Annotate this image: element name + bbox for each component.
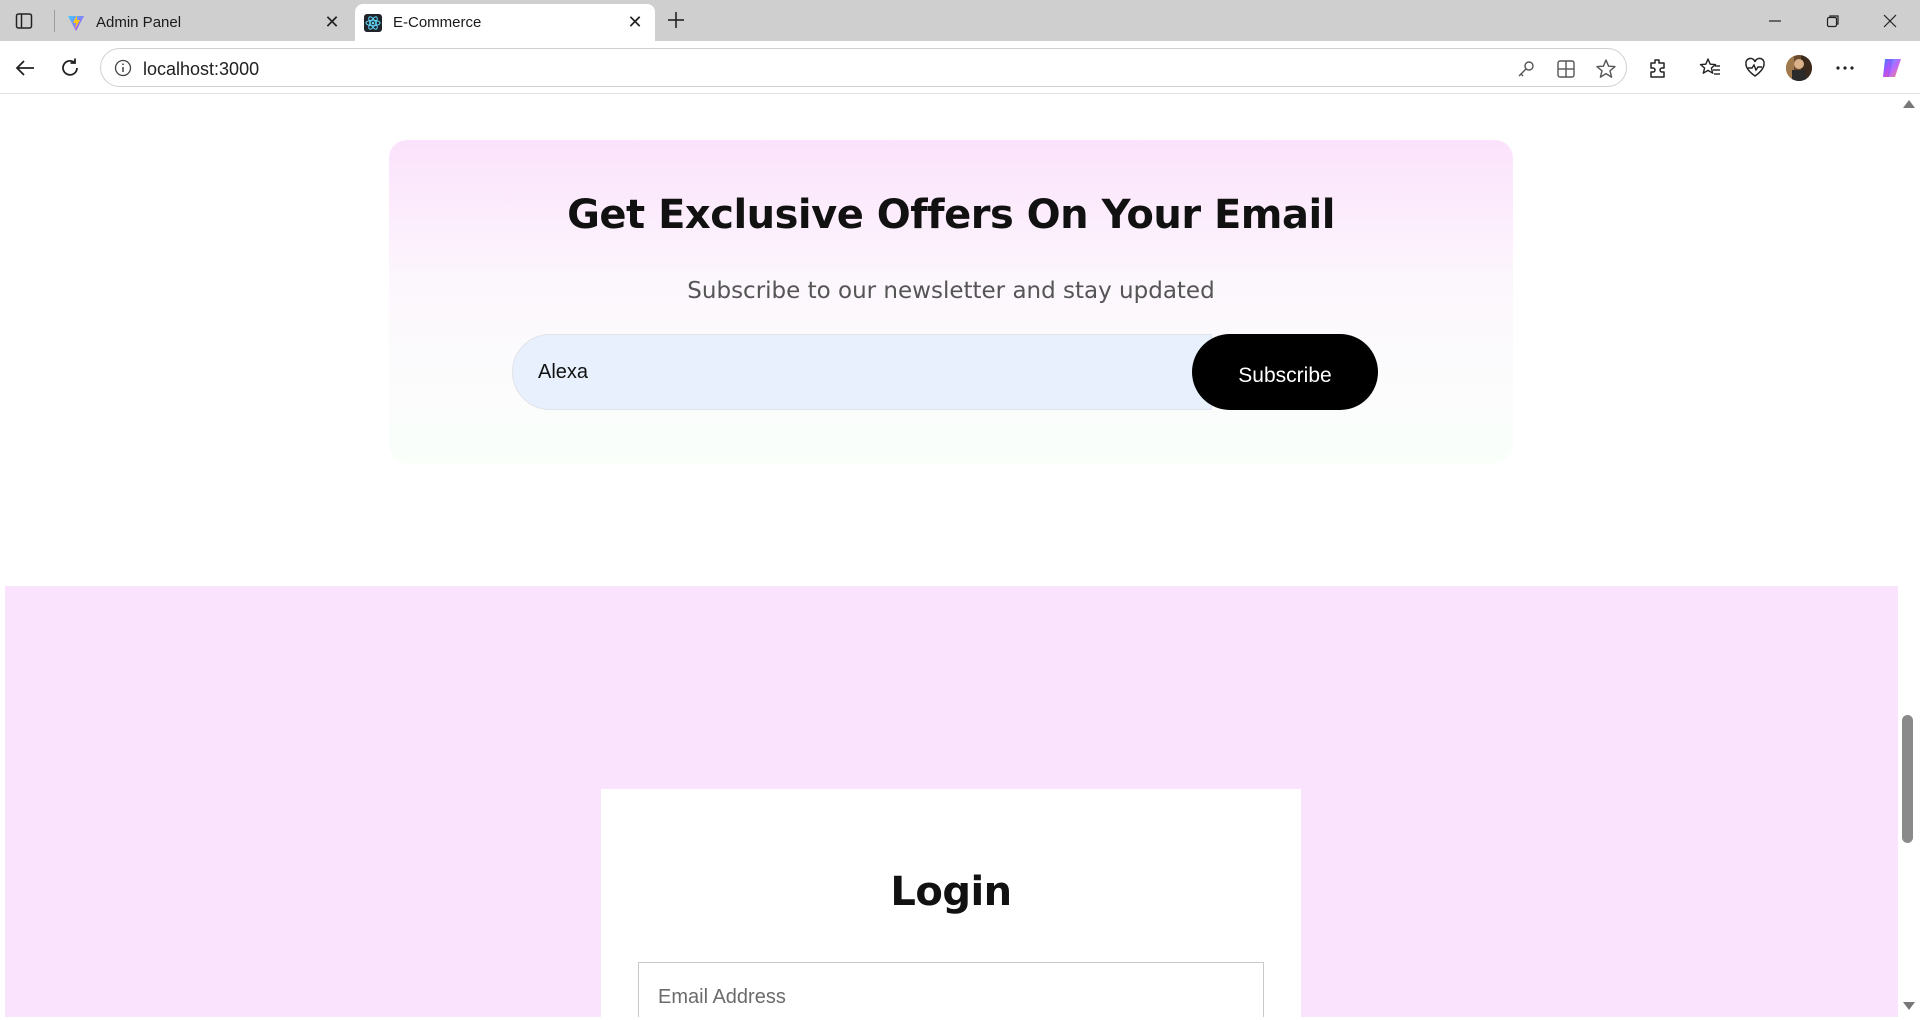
tab-title: Admin Panel [96, 14, 182, 31]
page-scrollbar[interactable] [1898, 94, 1920, 1017]
scroll-down-arrow-icon[interactable] [1903, 1002, 1915, 1010]
scroll-up-arrow-icon[interactable] [1903, 100, 1915, 108]
url-text[interactable]: localhost:3000 [143, 59, 259, 80]
more-options-icon[interactable] [1830, 53, 1860, 83]
minimize-icon[interactable] [1755, 6, 1795, 36]
close-icon[interactable]: ✕ [318, 9, 346, 37]
newsletter-email-input[interactable] [512, 334, 1212, 410]
scrollbar-thumb[interactable] [1902, 715, 1913, 843]
browser-toolbar: localhost:3000 [0, 41, 1920, 94]
tab-title: E-Commerce [393, 14, 482, 31]
close-icon[interactable]: ✕ [621, 9, 649, 37]
newsletter-form: Subscribe [512, 334, 1388, 410]
page-viewport: Get Exclusive Offers On Your Email Subsc… [5, 94, 1898, 1017]
close-window-icon[interactable] [1870, 6, 1910, 36]
site-info-icon[interactable] [113, 58, 133, 78]
react-logo-icon [363, 13, 383, 33]
subscribe-button[interactable]: Subscribe [1192, 334, 1378, 410]
browser-tab-bar: Admin Panel ✕ E-Commerce ✕ [0, 0, 1920, 41]
tab-admin-panel[interactable]: Admin Panel ✕ [58, 4, 352, 41]
login-card: Login [601, 789, 1301, 1017]
sidebar-toggle-icon[interactable] [12, 9, 36, 33]
login-email-input[interactable] [638, 962, 1264, 1017]
extensions-icon[interactable] [1643, 53, 1673, 83]
tab-divider [54, 10, 55, 32]
key-icon[interactable] [1514, 57, 1538, 81]
address-bar[interactable]: localhost:3000 [100, 48, 1627, 87]
tab-e-commerce[interactable]: E-Commerce ✕ [355, 4, 655, 41]
newsletter-title: Get Exclusive Offers On Your Email [567, 192, 1335, 238]
restore-icon[interactable] [1813, 6, 1853, 36]
browser-essentials-icon[interactable] [1740, 53, 1770, 83]
app-available-icon[interactable] [1554, 57, 1578, 81]
back-arrow-icon[interactable] [10, 53, 40, 83]
favorites-icon[interactable] [1695, 53, 1725, 83]
reload-icon[interactable] [55, 53, 85, 83]
copilot-icon[interactable] [1877, 53, 1907, 83]
login-section: Login [5, 586, 1898, 1017]
vite-logo-icon [66, 13, 86, 33]
new-tab-icon[interactable] [662, 6, 690, 34]
favorite-star-icon[interactable] [1594, 57, 1618, 81]
newsletter-section: Get Exclusive Offers On Your Email Subsc… [389, 140, 1513, 463]
newsletter-subtitle: Subscribe to our newsletter and stay upd… [687, 278, 1215, 304]
login-title: Login [890, 869, 1012, 915]
profile-avatar[interactable] [1784, 53, 1814, 83]
